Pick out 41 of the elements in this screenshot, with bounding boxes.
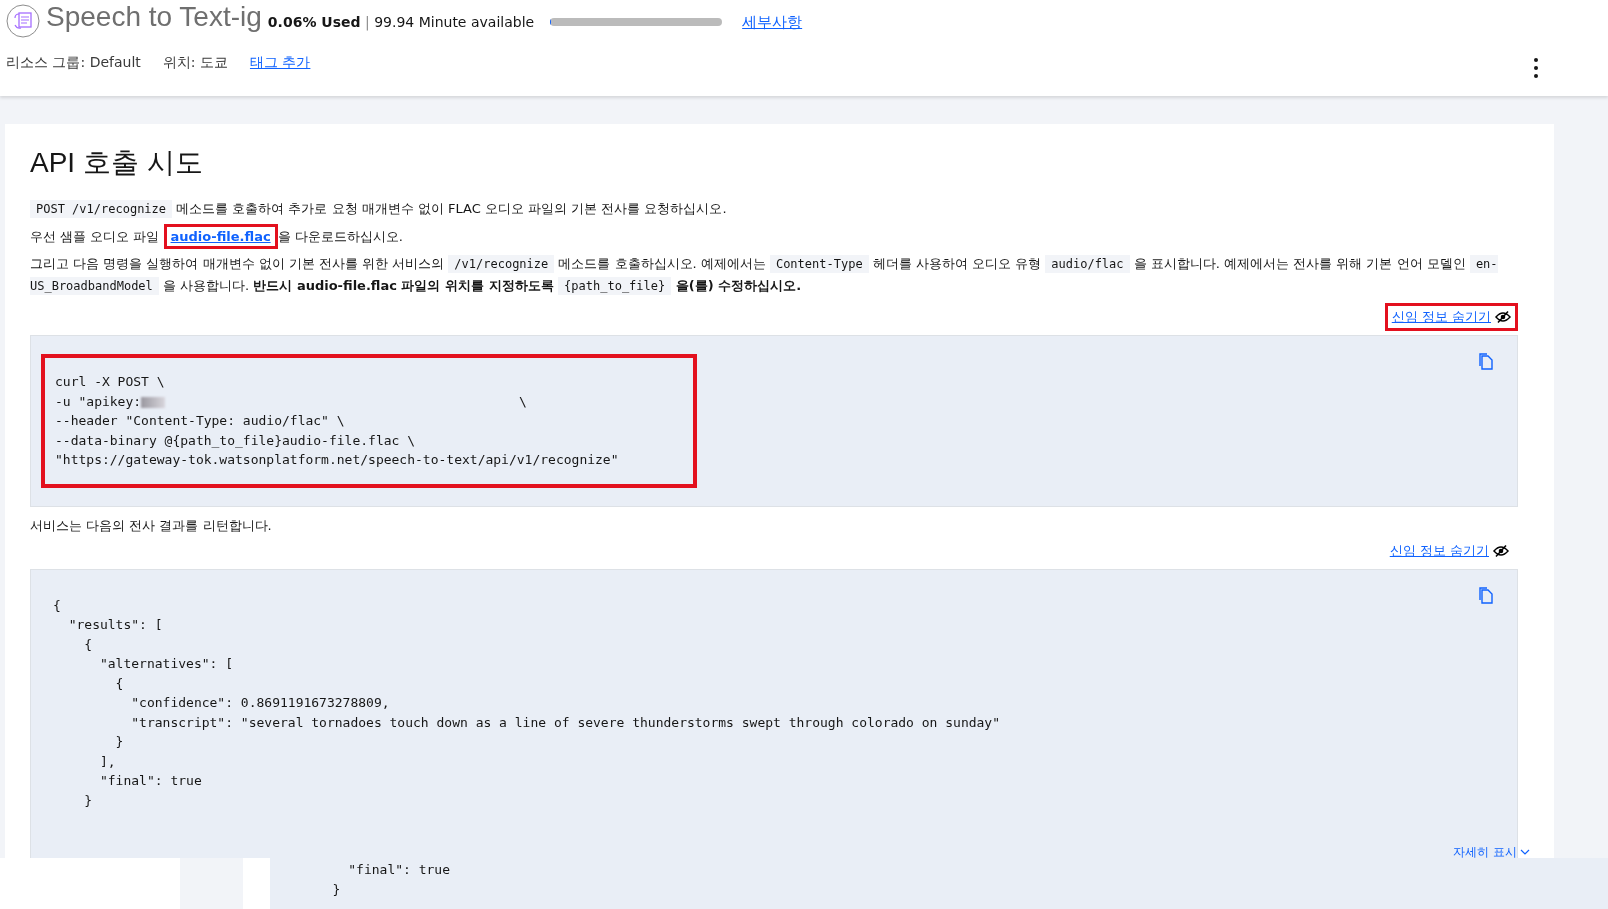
code-line: "results": [ <box>67 616 164 634</box>
chevron-down-icon <box>1520 849 1530 855</box>
copy-icon[interactable] <box>1477 352 1495 370</box>
code-line: "confidence": 0.8691191673278809, <box>130 694 391 712</box>
code-line: } <box>83 791 94 810</box>
code-line: { <box>114 674 125 693</box>
code-line: "https://gateway-tok.watsonplatform.net/speech-to-text/api/v1/recognize" <box>55 451 620 469</box>
show-more-link[interactable]: 자세히 표시 <box>1453 846 1530 858</box>
overflow-menu-icon[interactable] <box>1534 58 1538 78</box>
hide-credentials-link[interactable]: 신임 정보 숨기기 <box>1389 541 1509 560</box>
code-line: } <box>331 880 342 899</box>
code-line: "transcript": "several tornadoes touch down as a line of severe thunderstorms swept through colorado on sunday" <box>130 713 1002 732</box>
code-line: { <box>83 635 94 654</box>
service-title: Speech to Text-ig <box>46 1 262 33</box>
download-link[interactable]: audio-file.flac <box>170 229 271 244</box>
code-line: "alternatives": [ <box>98 655 234 673</box>
code-line: --header "Content-Type: audio/flac" \ <box>55 412 346 430</box>
code-line: -u "apikey: \ <box>55 392 528 411</box>
code-line: "final": true <box>98 772 203 790</box>
eye-off-icon <box>1495 311 1511 323</box>
redacted-key <box>141 396 166 408</box>
usage-summary: 0.06% Used | 99.94 Minute available <box>267 14 535 30</box>
eye-off-icon <box>1493 544 1509 557</box>
download-text: 우선 샘플 오디오 파일 audio-file.flac 을 다운로드하십시오. <box>30 226 1518 247</box>
code-line: "final": true <box>347 861 451 879</box>
add-tag-link[interactable]: 태그 추가 <box>249 54 311 72</box>
intro-text: POST /v1/recognize 메소드를 호출하여 추가로 요청 매개변수 없이 FLAC 오디오 파일의 기본 전사를 요청하십시오. <box>30 198 1518 220</box>
section-heading: API 호출 시도 <box>30 146 204 180</box>
code-line: curl -X POST \ <box>55 373 166 391</box>
details-link[interactable]: 세부사항 <box>742 12 803 32</box>
code-line: ], <box>98 752 117 771</box>
meta-text: 리소스 그룹: Default <box>6 54 141 72</box>
response-intro: 서비스는 다음의 전사 결과를 리턴합니다. <box>30 516 273 535</box>
speech-app-icon <box>6 4 40 38</box>
code-line: } <box>114 733 125 751</box>
code-line: --data-binary @{path_to_file}audio-file.flac \ <box>55 431 417 450</box>
instructions-text: 그리고 다음 명령을 실행하여 매개변수 없이 기본 전사를 위한 서비스의 /v1/recognize 메소드를 호출하십시오. 예제에서는 Content-Type 헤더를 사용하여 오디오 유형 audio/flac 을 표시합니다. 예제에서는 전사를 위해 기본 언어 모델인 en-US_BroadbandModel 을 사용합니다. 반드시 audio-file.flac 파일의 위치를 지정하도록 {path_to_file} 을(를) 수정하십시오. <box>30 254 1499 297</box>
meta-text: 위치: 도쿄 <box>162 54 228 72</box>
code-line: { <box>53 596 62 615</box>
copy-icon[interactable] <box>1477 585 1495 604</box>
hide-credentials-link[interactable]: 신임 정보 숨기기 <box>1391 308 1511 326</box>
